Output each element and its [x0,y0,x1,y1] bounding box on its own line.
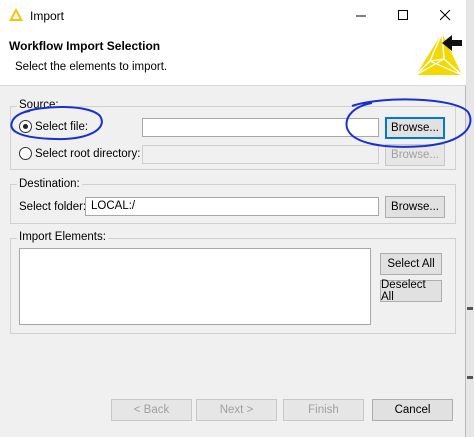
minimize-icon [355,15,366,17]
import-elements-list[interactable] [19,248,371,325]
browse-file-button[interactable]: Browse... [385,117,445,139]
select-root-directory-radio[interactable]: Select root directory: [19,147,140,160]
select-file-label: Select file: [35,120,89,133]
window-title: Import [30,9,65,23]
banner-subtitle: Select the elements to import. [15,61,168,73]
select-root-directory-label: Select root directory: [35,147,141,160]
title-bar[interactable]: Import [0,0,466,31]
browse-root-button[interactable]: Browse... [385,144,445,166]
knime-logo-icon [415,32,462,76]
select-folder-label: Select folder: [19,201,87,213]
select-file-input[interactable] [142,118,379,137]
finish-button[interactable]: Finish [283,399,364,421]
select-folder-input[interactable]: LOCAL:/ [85,197,379,216]
select-all-button[interactable]: Select All [380,253,442,275]
back-button[interactable]: < Back [111,399,192,421]
cancel-button[interactable]: Cancel [372,399,453,421]
deselect-all-button[interactable]: Deselect All [380,279,442,303]
minimize-button[interactable] [340,0,382,31]
select-file-radio[interactable]: Select file: [19,120,88,133]
close-icon [439,10,450,21]
background-edge-mark [467,376,473,379]
select-root-directory-input[interactable] [142,145,379,164]
radio-checked-icon [19,120,32,133]
next-button[interactable]: Next > [196,399,277,421]
destination-group-label: Destination: [17,178,82,190]
source-group-label: Source: [17,99,61,111]
close-button[interactable] [424,0,466,31]
maximize-icon [397,10,408,20]
knime-triangle-icon [9,8,23,21]
wizard-banner: Workflow Import Selection Select the ele… [0,31,466,86]
background-edge-mark [467,307,473,310]
import-elements-group-label: Import Elements: [17,231,108,243]
radio-unchecked-icon [19,147,32,160]
background-window-edge [466,0,474,437]
import-dialog: Import Workflow Import Selection Select … [0,0,466,437]
browse-folder-button[interactable]: Browse... [385,196,445,218]
banner-title: Workflow Import Selection [9,39,161,53]
maximize-button[interactable] [382,0,424,31]
